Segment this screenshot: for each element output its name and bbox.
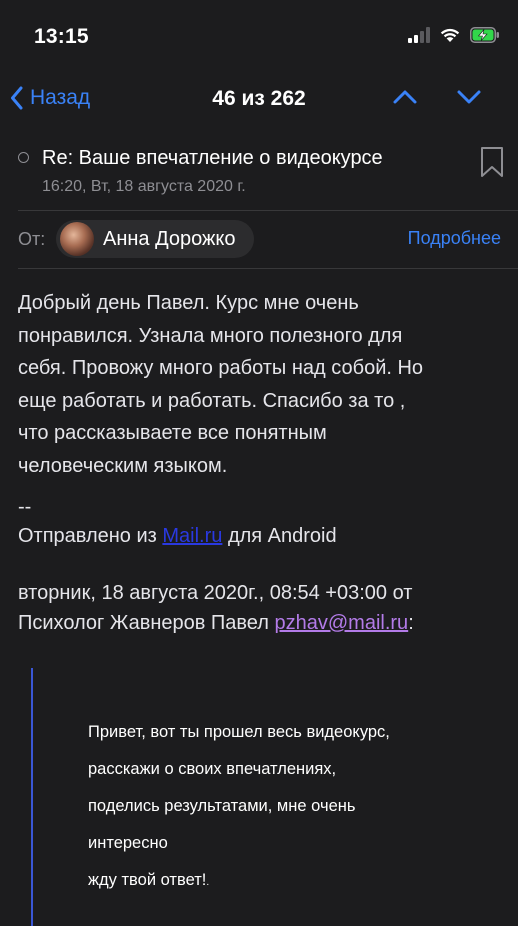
cellular-signal-icon (408, 27, 430, 43)
body-line: человеческим языком. (18, 454, 228, 477)
quote-line: интересно (88, 834, 168, 852)
read-status-icon[interactable] (18, 152, 29, 163)
sender-name: Анна Дорожко (103, 227, 236, 250)
chevron-up-icon (393, 90, 417, 104)
avatar (60, 222, 94, 256)
signature-prefix: Отправлено из (18, 525, 163, 547)
back-button[interactable]: Назад (10, 86, 90, 110)
quoted-message: Привет, вот ты прошел весь видеокурс, ра… (88, 714, 488, 899)
back-label: Назад (30, 86, 91, 109)
signature-line: Отправлено из Mail.ru для Android (18, 525, 337, 548)
battery-charging-icon (470, 27, 499, 43)
quote-line: жду твой ответ!. (88, 862, 488, 899)
sender-chip[interactable]: Анна Дорожко (56, 220, 254, 258)
next-message-button[interactable] (456, 88, 482, 111)
details-link[interactable]: Подробнее (408, 228, 501, 249)
signature-separator: -- (18, 496, 32, 518)
bookmark-button[interactable] (480, 146, 504, 183)
wifi-icon (440, 28, 460, 42)
quote-header-line: Психолог Жавнеров Павел pzhav@mail.ru: (18, 608, 508, 638)
body-line: еще работать и работать. Спасибо за то , (18, 389, 406, 412)
quote-header-colon: : (408, 612, 414, 634)
status-icons (408, 27, 500, 43)
status-time: 13:15 (34, 25, 89, 48)
quote-line: поделись результатами, мне очень (88, 797, 356, 815)
nav-bar: Назад 46 из 262 (0, 76, 518, 124)
from-label: От: (18, 229, 46, 249)
quote-email-link[interactable]: pzhav@mail.ru (275, 612, 409, 634)
status-bar: 13:15 (0, 0, 518, 72)
quote-header-line: вторник, 18 августа 2020г., 08:54 +03:00… (18, 582, 413, 604)
signature-suffix: для Android (222, 525, 337, 547)
message-subject: Re: Ваше впечатление о видеокурсе (42, 147, 383, 169)
chevron-left-icon (11, 86, 23, 110)
subject-row: Re: Ваше впечатление о видеокурсе 16:20,… (0, 140, 518, 210)
message-date: 16:20, Вт, 18 августа 2020 г. (42, 178, 246, 195)
quote-header: вторник, 18 августа 2020г., 08:54 +03:00… (18, 578, 508, 638)
quote-trailing-mark: . (206, 877, 210, 888)
body-line: Добрый день Павел. Курс мне очень (18, 292, 359, 314)
previous-message-button[interactable] (392, 88, 418, 111)
quote-line: расскажи о своих впечатлениях, (88, 760, 337, 778)
body-line: себя. Провожу много работы над собой. Но (18, 357, 424, 379)
quote-bar (31, 668, 33, 926)
quote-line-text: жду твой ответ! (88, 871, 207, 889)
from-divider (18, 268, 518, 269)
mailru-link[interactable]: Mail.ru (162, 525, 222, 547)
quote-line: Привет, вот ты прошел весь видеокурс, (88, 723, 390, 741)
header-divider (18, 210, 518, 211)
body-line: понравился. Узнала много полезного для (18, 324, 403, 347)
message-body: Добрый день Павел. Курс мне очень понрав… (18, 287, 488, 482)
chevron-down-icon (457, 90, 481, 104)
bookmark-icon (481, 147, 503, 177)
body-line: что рассказываете все понятным (18, 422, 327, 444)
quote-author: Психолог Жавнеров Павел (18, 612, 275, 634)
from-row: От: Анна Дорожко Подробнее (0, 212, 518, 268)
